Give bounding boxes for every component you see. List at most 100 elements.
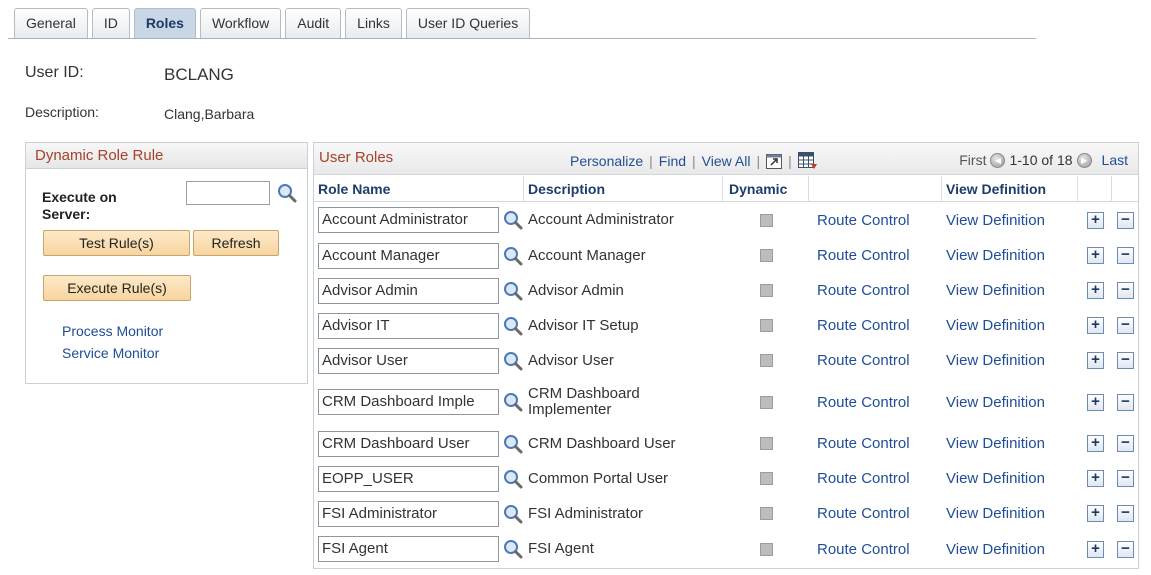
role-name-input[interactable]: Advisor Admin	[318, 277, 499, 304]
plus-icon[interactable]: +	[1087, 505, 1104, 522]
col-description[interactable]: Description	[524, 176, 723, 202]
role-name-input[interactable]: FSI Administrator	[318, 500, 499, 527]
role-name-input[interactable]: CRM Dashboard User	[318, 430, 499, 457]
tab-general[interactable]: General	[14, 8, 88, 38]
execute-rules-button[interactable]: Execute Rule(s)	[43, 275, 191, 301]
tab-workflow[interactable]: Workflow	[199, 8, 282, 38]
dynamic-checkbox[interactable]	[760, 507, 773, 520]
view-definition-link[interactable]: View Definition	[946, 435, 1045, 452]
route-control-link[interactable]: Route Control	[817, 435, 910, 452]
magnifier-icon[interactable]	[502, 538, 524, 560]
tab-user-id-queries[interactable]: User ID Queries	[405, 8, 531, 38]
plus-icon[interactable]: +	[1087, 540, 1104, 558]
role-name-input[interactable]: FSI Agent	[318, 536, 499, 562]
table-row: FSI Administrator FSI Administrator Route …	[314, 496, 1138, 531]
view-definition-link[interactable]: View Definition	[946, 541, 1045, 558]
route-control-link[interactable]: Route Control	[817, 247, 910, 264]
magnifier-icon[interactable]	[502, 503, 524, 525]
minus-icon[interactable]: −	[1117, 317, 1134, 334]
dynamic-checkbox[interactable]	[760, 249, 773, 262]
dynamic-checkbox[interactable]	[760, 213, 773, 227]
find-link[interactable]: Find	[659, 153, 686, 169]
dynamic-checkbox[interactable]	[760, 319, 773, 332]
magnifier-icon[interactable]	[502, 468, 524, 490]
minus-icon[interactable]: −	[1117, 540, 1134, 558]
view-definition-link[interactable]: View Definition	[946, 352, 1045, 369]
minus-icon[interactable]: −	[1117, 352, 1134, 369]
zoom-grid-icon[interactable]	[766, 153, 783, 169]
magnifier-icon[interactable]	[276, 182, 298, 204]
minus-icon[interactable]: −	[1117, 282, 1134, 299]
remove-cell: −	[1117, 531, 1134, 567]
view-all-link[interactable]: View All	[702, 153, 751, 169]
tab-roles[interactable]: Roles	[133, 8, 196, 39]
minus-icon[interactable]: −	[1117, 505, 1134, 522]
prev-arrow-icon[interactable]: ◀	[990, 152, 1006, 168]
route-control-link[interactable]: Route Control	[817, 282, 910, 299]
dynamic-checkbox[interactable]	[760, 437, 773, 450]
dynamic-checkbox[interactable]	[760, 284, 773, 297]
minus-icon[interactable]: −	[1117, 470, 1134, 487]
role-name-cell: Advisor Admin	[318, 273, 524, 308]
spreadsheet-download-icon[interactable]	[797, 152, 818, 170]
view-definition-link[interactable]: View Definition	[946, 212, 1045, 229]
tab-links[interactable]: Links	[345, 8, 402, 38]
add-cell: +	[1087, 461, 1104, 496]
route-control-link[interactable]: Route Control	[817, 212, 910, 229]
plus-icon[interactable]: +	[1087, 352, 1104, 369]
magnifier-icon[interactable]	[502, 280, 524, 302]
route-control-link[interactable]: Route Control	[817, 505, 910, 522]
plus-icon[interactable]: +	[1087, 282, 1104, 299]
view-definition-link[interactable]: View Definition	[946, 470, 1045, 487]
view-definition-link[interactable]: View Definition	[946, 282, 1045, 299]
route-control-link[interactable]: Route Control	[817, 352, 910, 369]
minus-icon[interactable]: −	[1117, 211, 1134, 229]
plus-icon[interactable]: +	[1087, 435, 1104, 452]
view-definition-link[interactable]: View Definition	[946, 505, 1045, 522]
view-definition-link[interactable]: View Definition	[946, 394, 1045, 411]
minus-icon[interactable]: −	[1117, 247, 1134, 264]
route-control-link[interactable]: Route Control	[817, 394, 910, 411]
plus-icon[interactable]: +	[1087, 211, 1104, 229]
col-role-name[interactable]: Role Name	[314, 176, 524, 202]
magnifier-icon[interactable]	[502, 350, 524, 372]
service-monitor-link[interactable]: Service Monitor	[62, 345, 159, 361]
role-name-input[interactable]: Account Manager	[318, 242, 499, 269]
view-definition-link[interactable]: View Definition	[946, 247, 1045, 264]
magnifier-icon[interactable]	[502, 433, 524, 455]
process-monitor-link[interactable]: Process Monitor	[62, 323, 163, 339]
dynamic-checkbox[interactable]	[760, 354, 773, 367]
magnifier-icon[interactable]	[502, 209, 524, 231]
route-control-link[interactable]: Route Control	[817, 470, 910, 487]
view-definition-link[interactable]: View Definition	[946, 317, 1045, 334]
magnifier-icon[interactable]	[502, 245, 524, 267]
tab-id[interactable]: ID	[91, 8, 130, 38]
dynamic-checkbox[interactable]	[760, 472, 773, 485]
role-name-cell: Advisor IT	[318, 308, 524, 343]
magnifier-icon[interactable]	[502, 391, 524, 413]
role-name-input[interactable]: EOPP_USER	[318, 465, 499, 492]
role-name-input[interactable]: CRM Dashboard Imple	[318, 389, 499, 415]
next-arrow-icon[interactable]: ▶	[1076, 152, 1092, 168]
last-link[interactable]: Last	[1102, 152, 1128, 168]
role-name-input[interactable]: Advisor User	[318, 347, 499, 374]
minus-icon[interactable]: −	[1117, 393, 1134, 411]
route-control-link[interactable]: Route Control	[817, 317, 910, 334]
server-input[interactable]	[186, 181, 270, 205]
refresh-button[interactable]: Refresh	[193, 230, 279, 256]
plus-icon[interactable]: +	[1087, 393, 1104, 411]
dynamic-checkbox[interactable]	[760, 542, 773, 556]
route-control-link[interactable]: Route Control	[817, 541, 910, 558]
tab-audit[interactable]: Audit	[285, 8, 342, 38]
minus-icon[interactable]: −	[1117, 435, 1134, 452]
plus-icon[interactable]: +	[1087, 470, 1104, 487]
col-dynamic[interactable]: Dynamic	[723, 176, 809, 202]
role-name-input[interactable]: Account Administrator	[318, 207, 499, 233]
personalize-link[interactable]: Personalize	[570, 153, 643, 169]
magnifier-icon[interactable]	[502, 315, 524, 337]
plus-icon[interactable]: +	[1087, 247, 1104, 264]
role-name-input[interactable]: Advisor IT	[318, 312, 499, 339]
dynamic-checkbox[interactable]	[760, 395, 773, 409]
plus-icon[interactable]: +	[1087, 317, 1104, 334]
test-rules-button[interactable]: Test Rule(s)	[43, 230, 190, 256]
